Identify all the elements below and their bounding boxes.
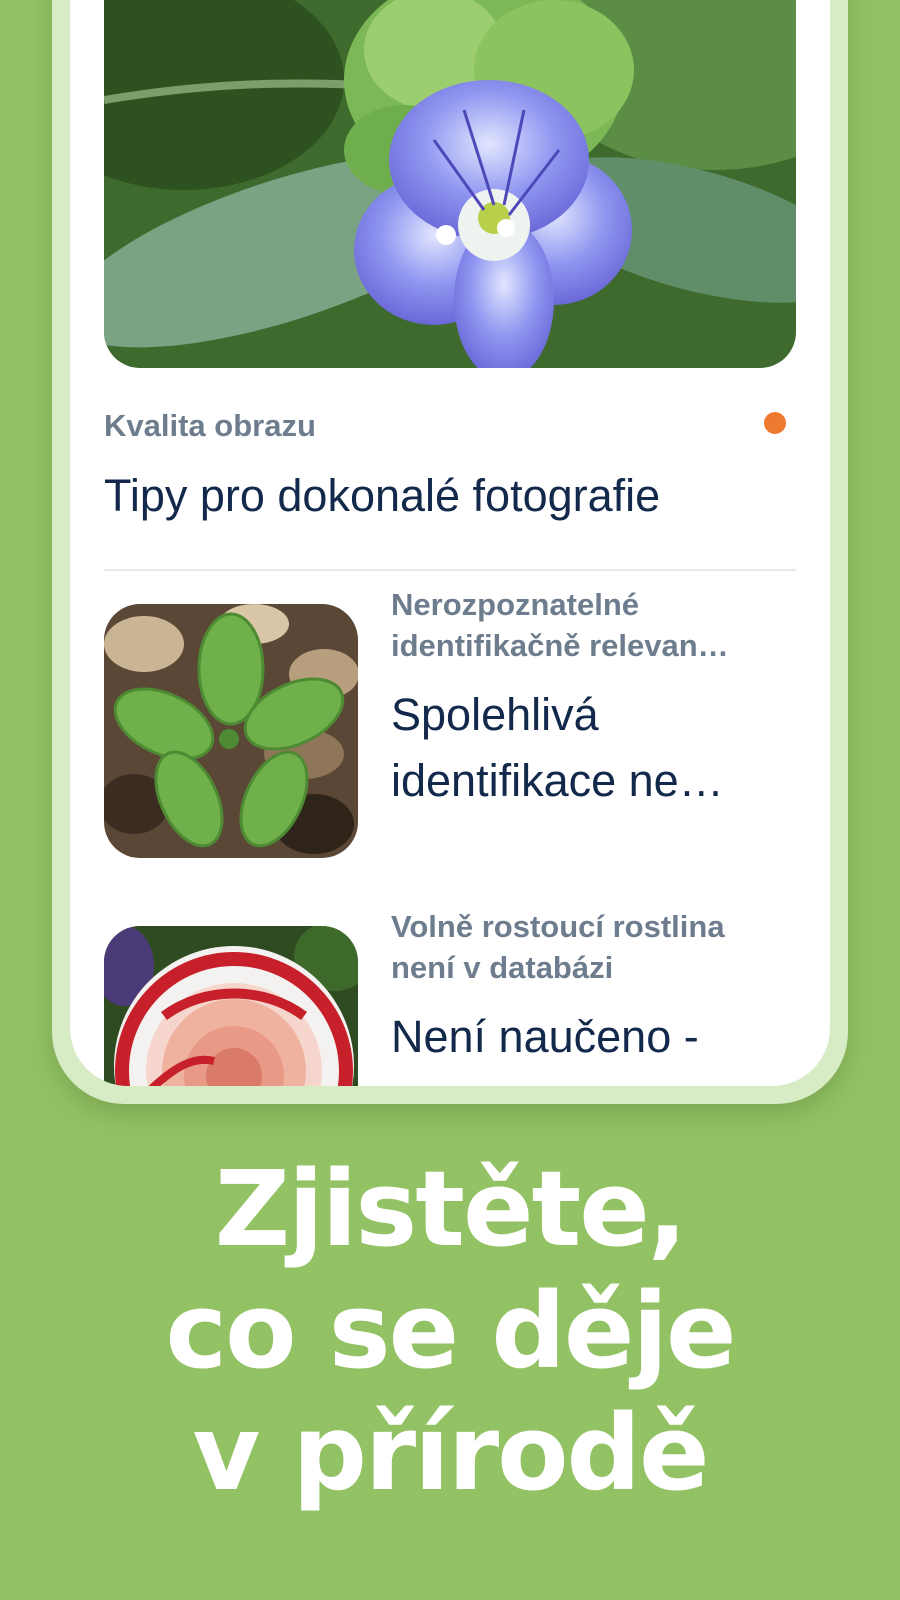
featured-category: Kvalita obrazu — [104, 408, 316, 443]
featured-article-image[interactable] — [104, 0, 796, 368]
article-image[interactable] — [104, 926, 358, 1086]
article-image[interactable] — [104, 604, 358, 858]
leaf-photo — [104, 604, 358, 858]
tagline-line: co se děje — [165, 1270, 736, 1392]
article-category: Volně rostoucí rostlina není v databázi — [391, 909, 725, 985]
tagline-line: v přírodě — [192, 1392, 709, 1514]
article-title[interactable]: Spolehlivá identifikace ne… — [391, 682, 771, 814]
article-title[interactable]: Není naučeno - — [391, 1004, 771, 1070]
unread-indicator — [764, 412, 786, 434]
app-screen: Kvalita obrazu Tipy pro dokonalé fotogra… — [70, 0, 830, 1086]
tagline-line: Zjistěte, — [214, 1148, 688, 1270]
featured-title[interactable]: Tipy pro dokonalé fotografie — [104, 470, 660, 522]
promo-tagline: Zjistěte, co se děje v přírodě — [0, 1148, 900, 1514]
divider — [104, 569, 796, 571]
rose-photo — [104, 926, 358, 1086]
blue-flower-photo — [104, 0, 796, 368]
article-category: Nerozpoznatelné identifikačně relevan… — [391, 587, 729, 663]
